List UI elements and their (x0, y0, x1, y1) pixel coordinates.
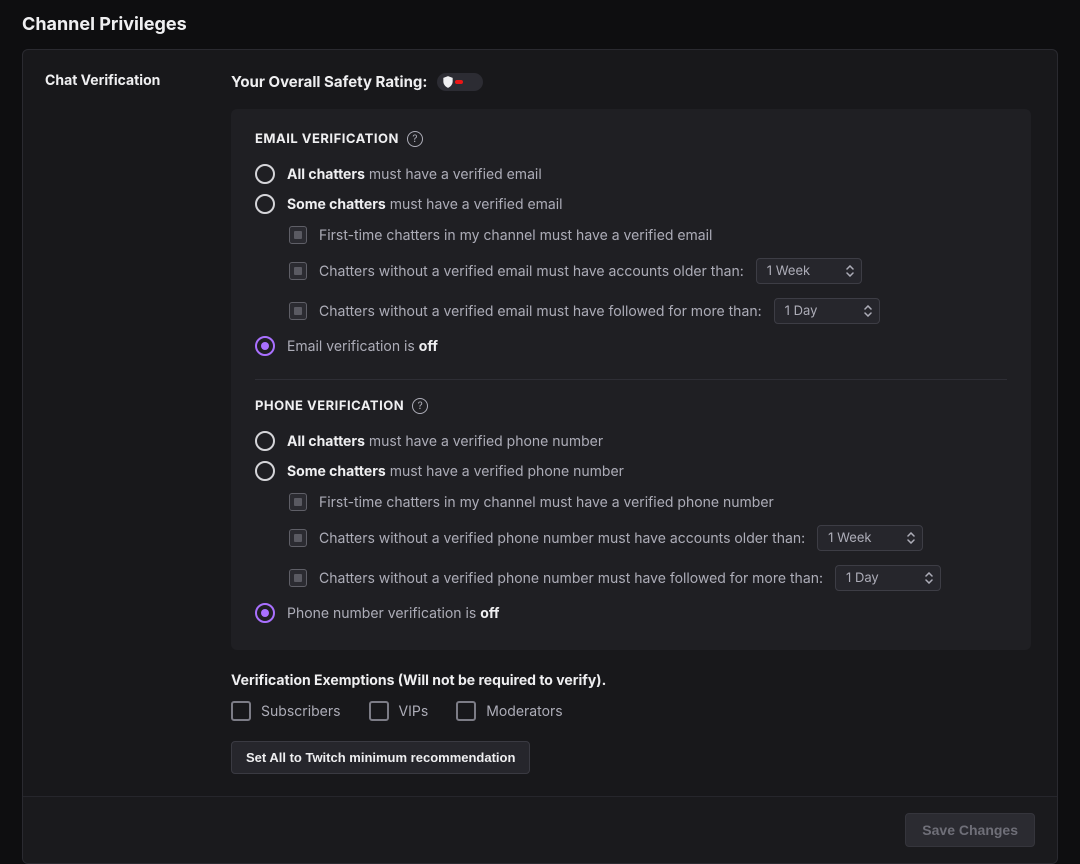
email-firsttime-checkbox[interactable]: First-time chatters in my channel must h… (289, 219, 1007, 251)
safety-rating-indicator (437, 73, 483, 91)
checkbox-label: First-time chatters in my channel must h… (319, 227, 712, 244)
checkbox-label: Chatters without a verified phone number… (319, 530, 805, 547)
email-age-select[interactable]: 1 Week (756, 258, 862, 284)
email-section-title: EMAIL VERIFICATION (255, 131, 399, 147)
radio-selected-icon (255, 603, 275, 623)
checkbox-icon[interactable] (289, 569, 307, 587)
verification-panel: EMAIL VERIFICATION ? All chatters must h… (231, 109, 1031, 650)
checkbox-icon (289, 226, 307, 244)
help-icon[interactable]: ? (407, 131, 423, 147)
section-label: Chat Verification (45, 72, 231, 774)
exempt-vips-checkbox[interactable]: VIPs (369, 701, 429, 721)
phone-age-select[interactable]: 1 Week (817, 525, 923, 551)
phone-firsttime-checkbox[interactable]: First-time chatters in my channel must h… (289, 486, 1007, 518)
phone-all-option[interactable]: All chatters must have a verified phone … (255, 426, 1007, 456)
safety-rating-bar (455, 80, 463, 84)
chevron-updown-icon (924, 572, 934, 584)
checkbox-icon (369, 701, 389, 721)
email-off-option[interactable]: Email verification is off (255, 331, 1007, 361)
safety-rating-row: Your Overall Safety Rating: (231, 72, 1031, 91)
checkbox-label: First-time chatters in my channel must h… (319, 494, 774, 511)
radio-icon (255, 461, 275, 481)
checkbox-label: Subscribers (261, 703, 341, 720)
exempt-subscribers-checkbox[interactable]: Subscribers (231, 701, 341, 721)
help-icon[interactable]: ? (412, 398, 428, 414)
email-follow-select[interactable]: 1 Day (774, 298, 880, 324)
exemptions-title: Verification Exemptions (Will not be req… (231, 672, 1031, 689)
radio-icon (255, 164, 275, 184)
email-some-option[interactable]: Some chatters must have a verified email (255, 189, 1007, 219)
shield-icon (441, 75, 455, 89)
exemptions-section: Verification Exemptions (Will not be req… (231, 672, 1031, 721)
checkbox-icon[interactable] (289, 302, 307, 320)
checkbox-icon (289, 493, 307, 511)
option-label: All chatters must have a verified email (287, 166, 542, 183)
checkbox-label: Chatters without a verified phone number… (319, 570, 823, 587)
chevron-updown-icon (906, 532, 916, 544)
safety-rating-label: Your Overall Safety Rating: (231, 72, 427, 91)
option-label: Phone number verification is off (287, 605, 499, 622)
email-all-option[interactable]: All chatters must have a verified email (255, 159, 1007, 189)
exempt-moderators-checkbox[interactable]: Moderators (456, 701, 562, 721)
option-label: Some chatters must have a verified phone… (287, 463, 624, 480)
phone-off-option[interactable]: Phone number verification is off (255, 598, 1007, 628)
divider (255, 379, 1007, 380)
radio-icon (255, 194, 275, 214)
checkbox-label: Chatters without a verified email must h… (319, 303, 762, 320)
phone-some-option[interactable]: Some chatters must have a verified phone… (255, 456, 1007, 486)
chevron-updown-icon (845, 265, 855, 277)
chevron-updown-icon (863, 305, 873, 317)
checkbox-label: Moderators (486, 703, 562, 720)
phone-section-title: PHONE VERIFICATION (255, 398, 404, 414)
set-all-recommendation-button[interactable]: Set All to Twitch minimum recommendation (231, 741, 530, 774)
option-label: All chatters must have a verified phone … (287, 433, 603, 450)
checkbox-icon[interactable] (289, 262, 307, 280)
save-changes-button[interactable]: Save Changes (905, 813, 1035, 847)
checkbox-label: VIPs (399, 703, 429, 720)
phone-follow-select[interactable]: 1 Day (835, 565, 941, 591)
checkbox-icon[interactable] (289, 529, 307, 547)
radio-icon (255, 431, 275, 451)
settings-card: Chat Verification Your Overall Safety Ra… (22, 49, 1058, 864)
page-title: Channel Privileges (22, 14, 1058, 35)
checkbox-label: Chatters without a verified email must h… (319, 263, 744, 280)
option-label: Email verification is off (287, 338, 438, 355)
card-footer: Save Changes (23, 796, 1057, 863)
option-label: Some chatters must have a verified email (287, 196, 563, 213)
checkbox-icon (456, 701, 476, 721)
checkbox-icon (231, 701, 251, 721)
radio-selected-icon (255, 336, 275, 356)
